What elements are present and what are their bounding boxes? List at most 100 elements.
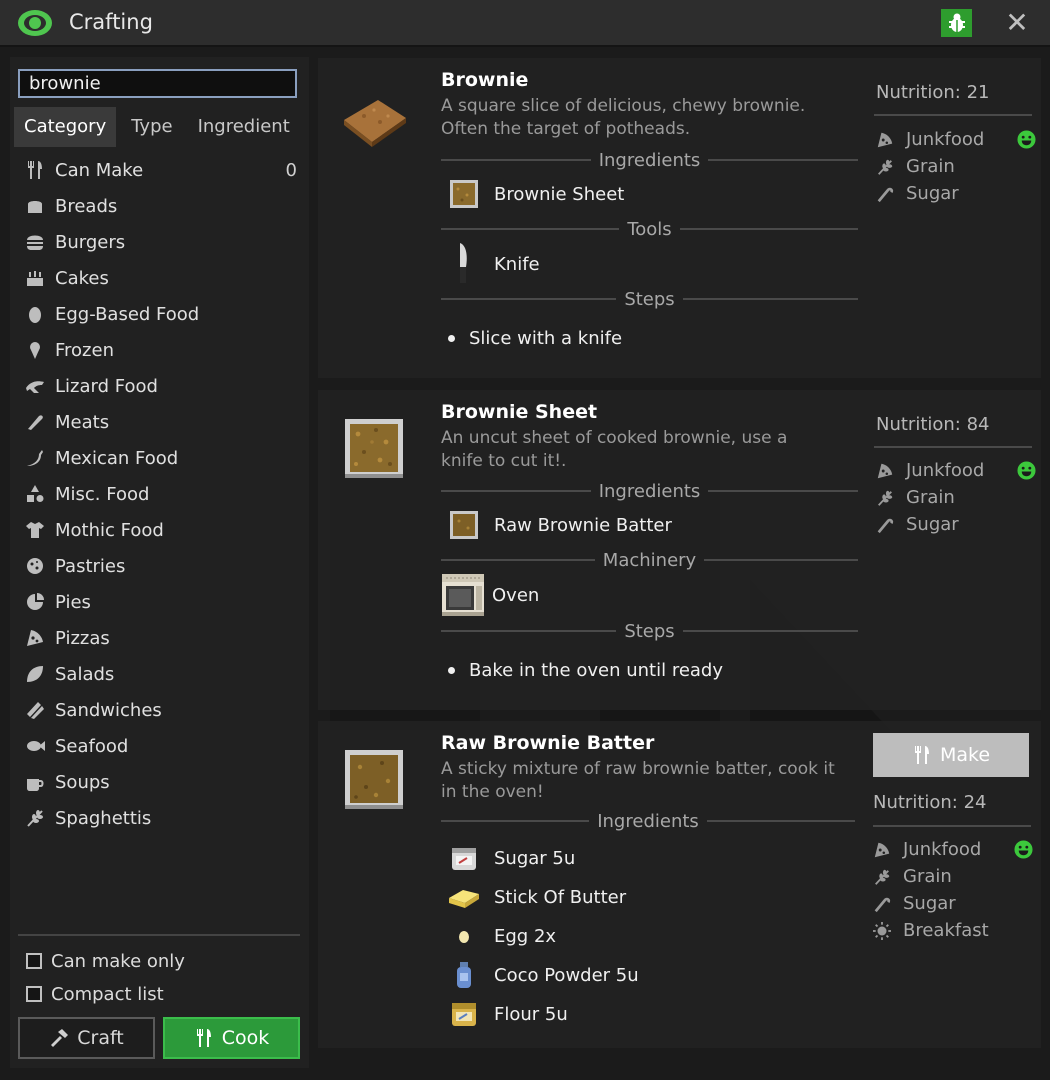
flavor-label: Junkfood bbox=[903, 839, 982, 860]
flavor-label: Breakfast bbox=[903, 920, 989, 941]
category-list: Can Make 0 Breads Burgers Cakes Egg-Base… bbox=[10, 152, 309, 836]
flavor-label: Sugar bbox=[906, 514, 959, 535]
ingredient-item[interactable]: Sugar 5u bbox=[446, 841, 575, 875]
category-item-salads[interactable]: Salads bbox=[10, 656, 309, 692]
window-title: Crafting bbox=[69, 10, 153, 34]
bug-report-button[interactable] bbox=[941, 9, 972, 37]
ingredient-item[interactable]: Coco Powder 5u bbox=[446, 958, 639, 992]
bread-icon bbox=[24, 195, 46, 217]
divider bbox=[874, 446, 1032, 448]
category-label: Salads bbox=[55, 663, 115, 685]
oven-icon bbox=[440, 574, 486, 616]
category-item-pies[interactable]: Pies bbox=[10, 584, 309, 620]
category-item-pastries[interactable]: Pastries bbox=[10, 548, 309, 584]
category-label: Lizard Food bbox=[55, 375, 158, 397]
divider bbox=[873, 825, 1031, 827]
category-item-cakes[interactable]: Cakes bbox=[10, 260, 309, 296]
shirt-icon bbox=[24, 519, 46, 541]
burger-icon bbox=[24, 231, 46, 253]
tool-item[interactable]: Knife bbox=[446, 243, 540, 283]
ingredients-header: Ingredients bbox=[441, 479, 859, 503]
brownie-sheet-icon bbox=[446, 176, 482, 212]
tab-type[interactable]: Type bbox=[121, 107, 182, 147]
close-button[interactable]: ✕ bbox=[1002, 8, 1032, 38]
category-item-can-make[interactable]: Can Make 0 bbox=[10, 152, 309, 188]
cook-button-label: Cook bbox=[221, 1027, 270, 1049]
ingredient-label: Coco Powder 5u bbox=[494, 964, 639, 986]
brownie-image bbox=[344, 100, 406, 147]
category-item-lizard-food[interactable]: Lizard Food bbox=[10, 368, 309, 404]
pepper-icon bbox=[24, 447, 46, 469]
step-text: Slice with a knife bbox=[469, 328, 623, 349]
ingredient-item[interactable]: Egg 2x bbox=[446, 919, 556, 953]
category-item-mothic-food[interactable]: Mothic Food bbox=[10, 512, 309, 548]
machinery-label: Oven bbox=[492, 584, 540, 606]
flavor-grain: Grain bbox=[873, 863, 1033, 890]
ingredients-header: Ingredients bbox=[441, 148, 859, 172]
mug-icon bbox=[24, 771, 46, 793]
pie-icon bbox=[24, 591, 46, 613]
category-item-soups[interactable]: Soups bbox=[10, 764, 309, 800]
category-item-egg-based-food[interactable]: Egg-Based Food bbox=[10, 296, 309, 332]
eye-icon bbox=[18, 10, 52, 36]
cook-button[interactable]: Cook bbox=[163, 1017, 300, 1059]
category-label: Egg-Based Food bbox=[55, 303, 200, 325]
title-bar: Crafting ✕ bbox=[0, 0, 1050, 47]
flavor-junkfood: Junkfood bbox=[873, 836, 1033, 863]
compact-list-label: Compact list bbox=[51, 983, 164, 1005]
can-make-only-option[interactable]: Can make only bbox=[26, 947, 185, 975]
category-item-misc-food[interactable]: Misc. Food bbox=[10, 476, 309, 512]
sugar-bag-icon bbox=[446, 840, 482, 876]
flavor-label: Junkfood bbox=[906, 129, 985, 150]
leaf-icon bbox=[24, 663, 46, 685]
flavor-label: Sugar bbox=[903, 893, 956, 914]
recipe-description: A square slice of delicious, chewy brown… bbox=[441, 96, 806, 139]
ingredient-item[interactable]: Stick Of Butter bbox=[446, 880, 626, 914]
category-label: Breads bbox=[55, 195, 118, 217]
category-item-burgers[interactable]: Burgers bbox=[10, 224, 309, 260]
category-item-breads[interactable]: Breads bbox=[10, 188, 309, 224]
sun-icon bbox=[873, 921, 893, 941]
category-item-pizzas[interactable]: Pizzas bbox=[10, 620, 309, 656]
pizza-icon bbox=[876, 461, 896, 481]
utensils-icon bbox=[194, 1028, 214, 1048]
cake-icon bbox=[24, 267, 46, 289]
step-item: Slice with a knife bbox=[448, 328, 622, 349]
category-item-seafood[interactable]: Seafood bbox=[10, 728, 309, 764]
category-item-frozen[interactable]: Frozen bbox=[10, 332, 309, 368]
section-label: Steps bbox=[624, 620, 675, 642]
recipe-card-brownie: Brownie A square slice of delicious, che… bbox=[318, 58, 1041, 378]
utensils-icon bbox=[912, 745, 932, 765]
compact-list-checkbox[interactable] bbox=[26, 986, 42, 1002]
ingredient-item[interactable]: Flour 5u bbox=[446, 997, 568, 1031]
raw-brownie-batter-image bbox=[345, 750, 403, 809]
smiley-icon bbox=[1017, 461, 1036, 480]
make-button[interactable]: Make bbox=[873, 733, 1029, 777]
ingredients-header: Ingredients bbox=[441, 809, 856, 833]
section-label: Ingredients bbox=[598, 480, 701, 502]
category-label: Can Make bbox=[55, 159, 144, 181]
category-item-mexican-food[interactable]: Mexican Food bbox=[10, 440, 309, 476]
category-item-sandwiches[interactable]: Sandwiches bbox=[10, 692, 309, 728]
compact-list-option[interactable]: Compact list bbox=[26, 980, 164, 1008]
section-label: Ingredients bbox=[597, 810, 699, 832]
recipe-card-raw-brownie-batter: Raw Brownie Batter A sticky mixture of r… bbox=[318, 721, 1041, 1048]
search-input[interactable] bbox=[18, 69, 297, 98]
nutrition-value: Nutrition: 21 bbox=[876, 82, 990, 103]
pizza-icon bbox=[873, 840, 893, 860]
wheat-icon bbox=[876, 488, 896, 508]
ingredient-item[interactable]: Raw Brownie Batter bbox=[446, 508, 672, 542]
bacon-icon bbox=[24, 699, 46, 721]
can-make-only-checkbox[interactable] bbox=[26, 953, 42, 969]
step-text: Bake in the oven until ready bbox=[469, 660, 724, 681]
tab-ingredient[interactable]: Ingredient bbox=[188, 107, 300, 147]
tab-category[interactable]: Category bbox=[14, 107, 117, 147]
category-item-meats[interactable]: Meats bbox=[10, 404, 309, 440]
machinery-item[interactable]: Oven bbox=[442, 574, 540, 616]
ingredient-item[interactable]: Brownie Sheet bbox=[446, 177, 624, 211]
flavor-sugar: Sugar bbox=[876, 511, 1036, 538]
category-item-spaghettis[interactable]: Spaghettis bbox=[10, 800, 309, 836]
pizza-icon bbox=[24, 627, 46, 649]
craft-button[interactable]: Craft bbox=[18, 1017, 155, 1059]
pizza-icon bbox=[876, 130, 896, 150]
